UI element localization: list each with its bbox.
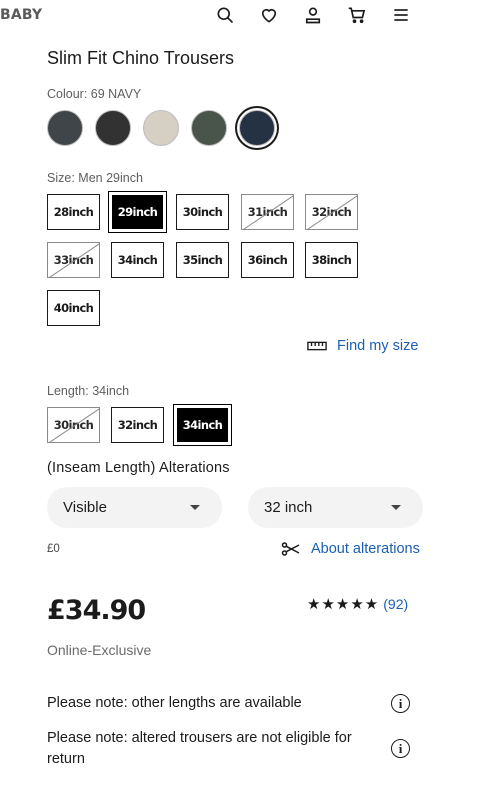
size-option-30inch[interactable]: 30inch xyxy=(176,194,229,230)
size-option-label: 32inch xyxy=(311,205,352,219)
note-altered-not-returnable: Please note: altered trousers are not el… xyxy=(47,730,352,767)
length-selected-value: 34inch xyxy=(92,384,130,398)
length-option-34inch[interactable]: 34inch xyxy=(173,404,232,446)
star-rating-icon: ★★★★★ xyxy=(307,596,380,613)
length-label-prefix: Length: xyxy=(47,384,89,398)
colour-label-prefix: Colour: xyxy=(47,87,88,101)
info-icon[interactable]: i xyxy=(391,739,410,758)
review-count[interactable]: (92) xyxy=(383,596,408,612)
brand-label: BABY xyxy=(0,7,43,23)
about-alterations-label: About alterations xyxy=(311,541,420,557)
length-option-label: 32inch xyxy=(117,418,158,432)
size-label: Size: Men 29inch xyxy=(47,171,143,185)
about-alterations-link[interactable]: About alterations xyxy=(281,541,420,557)
find-my-size-link[interactable]: Find my size xyxy=(307,338,418,354)
size-option-35inch[interactable]: 35inch xyxy=(176,242,229,278)
length-option-30inch[interactable]: 30inch xyxy=(47,407,100,443)
alterations-title: (Inseam Length) Alterations xyxy=(47,460,230,476)
size-label-prefix: Size: xyxy=(47,171,75,185)
size-option-29inch[interactable]: 29inch xyxy=(108,191,167,233)
availability-label: Online-Exclusive xyxy=(47,642,152,658)
alteration-visibility-value: Visible xyxy=(63,499,107,516)
scissors-icon xyxy=(281,542,300,556)
colour-swatch-dark-grey[interactable] xyxy=(47,110,83,146)
price: £34.90 xyxy=(47,595,146,626)
size-option-label: 34inch xyxy=(117,253,158,267)
note-other-lengths: Please note: other lengths are available xyxy=(47,695,302,711)
colour-selected-value: 69 NAVY xyxy=(90,87,142,101)
size-option-label: 36inch xyxy=(247,253,288,267)
length-label: Length: 34inch xyxy=(47,384,129,398)
size-option-32inch[interactable]: 32inch xyxy=(305,194,358,230)
colour-label: Colour: 69 NAVY xyxy=(47,87,141,101)
size-selected-value: Men 29inch xyxy=(78,171,143,185)
alteration-length-select[interactable]: 32 inch xyxy=(248,487,423,528)
length-option-label: 34inch xyxy=(182,418,223,432)
alteration-fee: £0 xyxy=(47,543,60,555)
search-icon[interactable] xyxy=(214,4,236,26)
menu-icon[interactable] xyxy=(390,4,412,26)
cart-icon[interactable] xyxy=(346,4,368,26)
colour-swatch-olive[interactable] xyxy=(191,110,227,146)
chevron-down-icon xyxy=(190,505,200,510)
size-option-28inch[interactable]: 28inch xyxy=(47,194,100,230)
size-option-label: 40inch xyxy=(53,301,94,315)
info-icon[interactable]: i xyxy=(391,694,410,713)
chevron-down-icon xyxy=(391,505,401,510)
size-option-label: 33inch xyxy=(53,253,94,267)
heart-icon[interactable] xyxy=(258,4,280,26)
colour-swatch-charcoal[interactable] xyxy=(95,110,131,146)
size-option-label: 38inch xyxy=(311,253,352,267)
size-option-40inch[interactable]: 40inch xyxy=(47,290,100,326)
find-my-size-label: Find my size xyxy=(337,338,419,354)
top-bar: BABY xyxy=(0,0,503,32)
size-option-34inch[interactable]: 34inch xyxy=(111,242,164,278)
alteration-visibility-select[interactable]: Visible xyxy=(47,487,222,528)
size-option-label: 35inch xyxy=(182,253,223,267)
account-icon[interactable] xyxy=(302,4,324,26)
length-option-label: 30inch xyxy=(53,418,94,432)
ruler-icon xyxy=(307,341,327,351)
size-option-label: 28inch xyxy=(53,205,94,219)
size-option-36inch[interactable]: 36inch xyxy=(241,242,294,278)
alteration-length-value: 32 inch xyxy=(264,499,313,516)
size-option-label: 29inch xyxy=(117,205,158,219)
rating[interactable]: ★★★★★ (92) xyxy=(307,595,408,613)
length-option-32inch[interactable]: 32inch xyxy=(111,407,164,443)
size-option-38inch[interactable]: 38inch xyxy=(305,242,358,278)
product-title: Slim Fit Chino Trousers xyxy=(47,48,235,68)
colour-swatch-navy[interactable] xyxy=(239,110,275,146)
size-option-label: 31inch xyxy=(247,205,288,219)
colour-swatch-beige[interactable] xyxy=(143,110,179,146)
size-option-label: 30inch xyxy=(182,205,223,219)
size-option-33inch[interactable]: 33inch xyxy=(47,242,100,278)
size-option-31inch[interactable]: 31inch xyxy=(241,194,294,230)
